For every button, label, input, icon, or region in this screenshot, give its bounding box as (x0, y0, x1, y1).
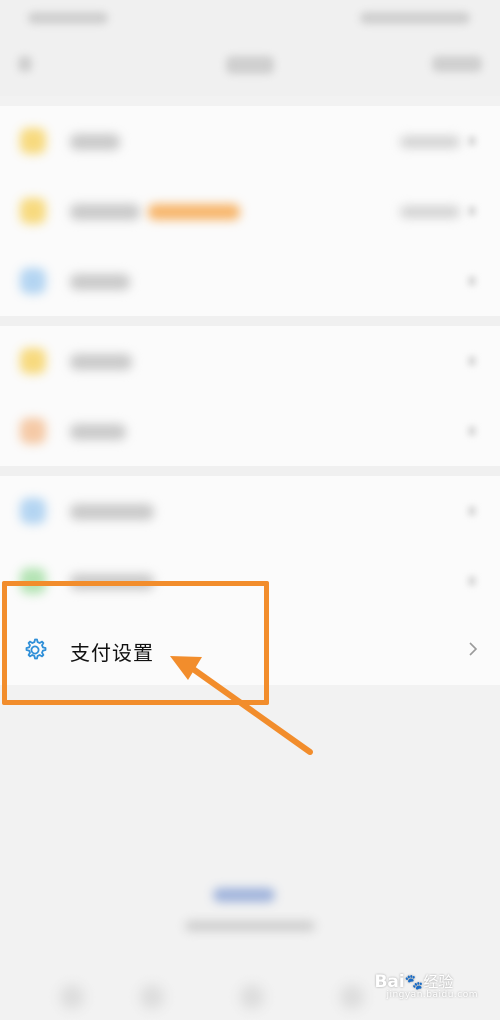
chevron-right-icon (468, 206, 476, 216)
list-item[interactable] (0, 246, 500, 316)
bottom-tab-blurred[interactable] (60, 985, 84, 1009)
list-item[interactable] (0, 546, 500, 616)
list-item-icon (20, 348, 46, 374)
status-bar (0, 0, 500, 36)
chevron-right-icon (468, 506, 476, 516)
list-item-value-blurred (400, 136, 460, 148)
bottom-tab-blurred[interactable] (240, 985, 264, 1009)
watermark-url: jingyan.baidu.com (386, 990, 478, 1000)
payment-settings-item[interactable]: 支付设置 (0, 613, 500, 685)
watermark-suffix: 经验 (423, 973, 454, 991)
list-item-label-blurred (70, 204, 140, 220)
list-item-label-blurred (70, 504, 154, 520)
list-item-icon (20, 268, 46, 294)
nav-bar (0, 36, 500, 96)
list-item-label-blurred (70, 574, 154, 590)
section-divider (0, 466, 500, 476)
chevron-right-icon (468, 356, 476, 366)
section-divider (0, 316, 500, 326)
payment-settings-label: 支付设置 (70, 641, 154, 665)
chevron-right-icon (469, 642, 478, 656)
list-item[interactable] (0, 176, 500, 246)
list-item-label-blurred (70, 354, 132, 370)
list-item-value-blurred (400, 206, 460, 218)
bottom-tab-blurred[interactable] (340, 985, 364, 1009)
bottom-link-blurred[interactable] (213, 888, 275, 902)
page-title-blurred (226, 56, 274, 74)
list-item-icon (20, 568, 46, 594)
watermark-brand: Bai (374, 972, 405, 992)
list-item[interactable] (0, 106, 500, 176)
nav-action-blurred[interactable] (432, 56, 482, 72)
list-item-label-blurred (70, 424, 126, 440)
list-item[interactable] (0, 476, 500, 546)
chevron-right-icon (468, 276, 476, 286)
list-item-icon (20, 498, 46, 524)
list-item-label-blurred (70, 274, 130, 290)
paw-icon: 🐾 (404, 973, 424, 991)
chevron-right-icon (468, 576, 476, 586)
gear-icon (25, 638, 47, 660)
list-group-1 (0, 106, 500, 316)
status-time-blurred (28, 12, 108, 24)
list-item-icon (20, 198, 46, 224)
list-group-2 (0, 326, 500, 466)
promo-badge-blurred (148, 204, 240, 220)
list-item-icon (20, 418, 46, 444)
list-item[interactable] (0, 396, 500, 466)
list-group-3 (0, 476, 500, 613)
list-item-label-blurred (70, 134, 120, 150)
bottom-tab-blurred[interactable] (140, 985, 164, 1009)
chevron-right-icon (468, 136, 476, 146)
list-item[interactable] (0, 326, 500, 396)
back-icon[interactable] (18, 56, 32, 72)
baidu-jingyan-watermark: Bai🐾经验 jingyan.baidu.com (374, 971, 478, 1000)
bottom-subtext-blurred (185, 921, 315, 931)
chevron-right-icon (468, 426, 476, 436)
list-item-icon (20, 128, 46, 154)
status-icons-blurred (360, 12, 470, 24)
